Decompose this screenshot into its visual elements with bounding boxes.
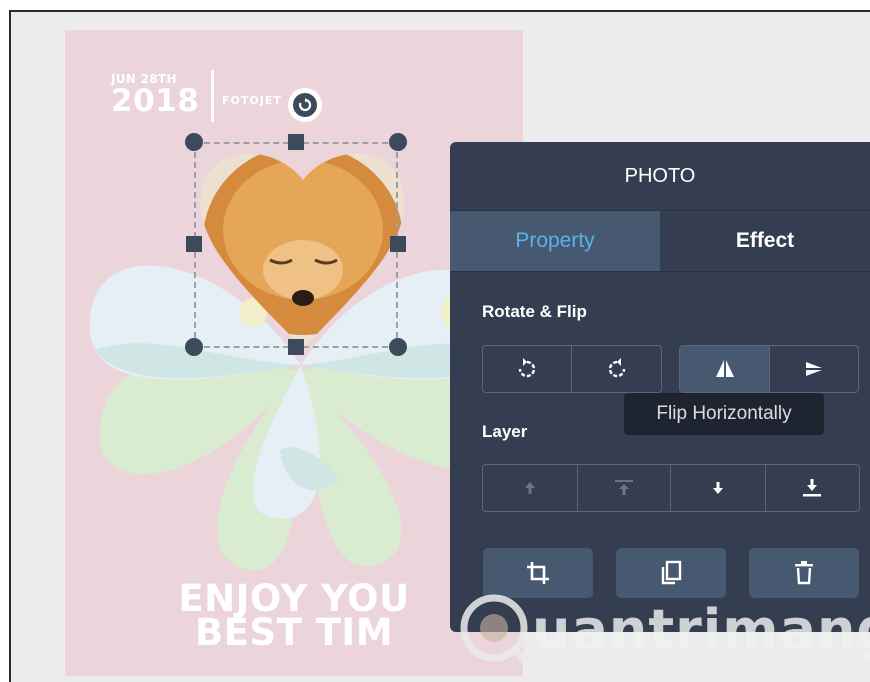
rotate-right-icon (608, 358, 625, 378)
crop-icon (527, 562, 549, 584)
layer-label: Layer (482, 422, 528, 441)
poster-date-year: 2018 (111, 83, 200, 119)
send-to-back-button[interactable] (764, 465, 860, 511)
flip-vertical-icon (806, 362, 822, 376)
flip-vertical-button[interactable] (769, 346, 858, 392)
flip-horizontal-button[interactable] (680, 346, 769, 392)
resize-handle-top-right[interactable] (389, 133, 407, 151)
rotate-left-button[interactable] (483, 346, 571, 392)
rotate-right-button[interactable] (571, 346, 661, 392)
resize-handle-bottom-right[interactable] (389, 338, 407, 356)
flip-horizontal-icon (715, 360, 734, 377)
resize-handle-bottom-left[interactable] (185, 338, 203, 356)
layer-button-group (482, 464, 860, 512)
send-backward-icon (712, 482, 723, 494)
flip-horizontal-tooltip: Flip Horizontally (624, 393, 824, 435)
send-to-back-icon (803, 479, 822, 497)
flip-button-group (679, 345, 859, 393)
rotate-button-group (482, 345, 662, 393)
rotate-handle[interactable] (288, 88, 322, 122)
poster-brand: FOTOJET (222, 94, 282, 107)
tab-effect[interactable]: Effect (660, 211, 870, 271)
panel-tabs: Property Effect (450, 210, 870, 272)
resize-handle-top[interactable] (288, 134, 304, 150)
bring-forward-icon (524, 482, 535, 494)
tab-property[interactable]: Property (450, 211, 660, 271)
rotate-flip-label: Rotate & Flip (482, 302, 587, 321)
send-backward-button[interactable] (670, 465, 765, 511)
duplicate-icon (661, 560, 682, 585)
date-divider (211, 70, 214, 122)
poster-date: JUN 28TH 2018 (111, 72, 200, 119)
resize-handle-left[interactable] (186, 236, 202, 252)
rotate-handle-icon (298, 98, 312, 112)
bring-to-front-icon (614, 480, 633, 495)
delete-icon (795, 561, 813, 585)
bring-forward-button[interactable] (483, 465, 577, 511)
watermark-text: uantrimang (532, 598, 870, 661)
resize-handle-bottom[interactable] (288, 339, 304, 355)
resize-handle-top-left[interactable] (185, 133, 203, 151)
resize-handle-right[interactable] (390, 236, 406, 252)
selection-box[interactable] (194, 142, 398, 348)
rotate-left-icon (518, 358, 536, 378)
panel-title: PHOTO (624, 164, 696, 187)
bring-to-front-button[interactable] (576, 465, 671, 511)
